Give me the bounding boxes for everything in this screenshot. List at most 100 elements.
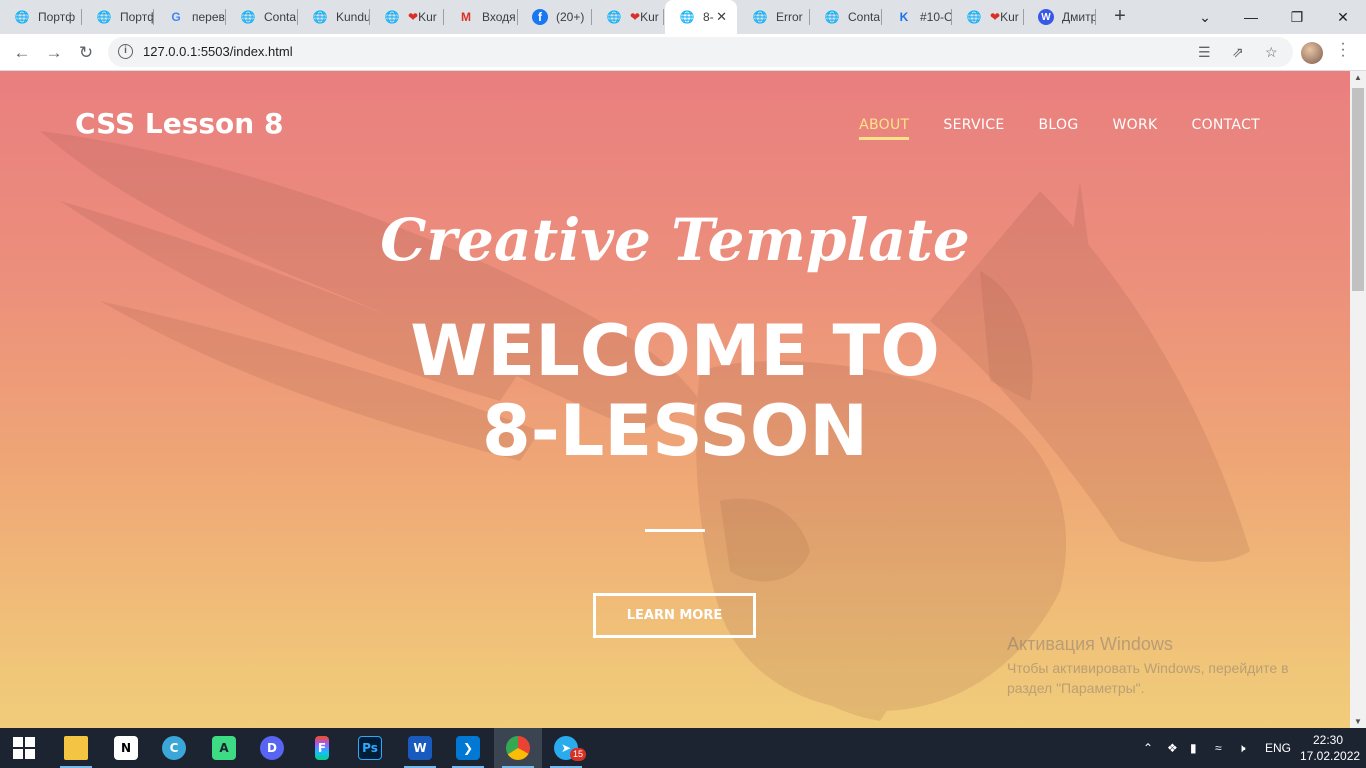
notion-icon: N: [114, 736, 138, 760]
browser-tab[interactable]: 🌐 ❤ Kur: [592, 0, 664, 34]
wordpress-icon: W: [1038, 9, 1054, 25]
watermark-text: Чтобы активировать Windows, перейдите в …: [1007, 660, 1289, 696]
reload-icon[interactable]: ↻: [73, 40, 99, 66]
browser-menu-icon[interactable]: · · ·: [1338, 36, 1348, 64]
globe-icon: 🌐: [824, 10, 840, 24]
taskbar-chrome[interactable]: [494, 728, 542, 768]
address-bar[interactable]: i 127.0.0.1:5503/index.html ☰ ⇗ ☆: [108, 37, 1293, 67]
canva-icon: C: [162, 736, 186, 760]
nav-link-blog[interactable]: BLOG: [1039, 117, 1079, 140]
hero-divider: [645, 529, 705, 532]
taskbar-telegram[interactable]: ➤ 15: [542, 728, 590, 768]
taskbar-notion[interactable]: N: [102, 728, 150, 768]
scroll-up-icon[interactable]: ▲: [1350, 73, 1366, 82]
profile-avatar[interactable]: [1301, 42, 1323, 64]
word-icon: W: [408, 736, 432, 760]
taskbar-canva[interactable]: C: [150, 728, 198, 768]
taskbar-vscode[interactable]: ❯: [444, 728, 492, 768]
browser-tab[interactable]: 🌐 ❤ Kur: [952, 0, 1024, 34]
taskbar-android-studio[interactable]: A: [200, 728, 248, 768]
browser-tab[interactable]: 🌐 Conta: [810, 0, 882, 34]
taskbar-figma[interactable]: F: [298, 728, 346, 768]
taskbar-word[interactable]: W: [396, 728, 444, 768]
share-icon[interactable]: ⇗: [1232, 44, 1244, 61]
browser-tab[interactable]: 🌐 Kundu: [298, 0, 370, 34]
close-window-button[interactable]: ✕: [1320, 0, 1366, 34]
browser-tab[interactable]: Gперев: [154, 0, 226, 34]
page-hero: CSS Lesson 8 ABOUT SERVICE BLOG WORK CON…: [0, 71, 1350, 728]
clock-date: 17.02.2022: [1300, 749, 1361, 763]
scroll-down-icon[interactable]: ▼: [1350, 717, 1366, 726]
site-nav: ABOUT SERVICE BLOG WORK CONTACT: [859, 117, 1260, 140]
clock-time: 22:30: [1312, 733, 1344, 747]
android-icon: A: [212, 736, 236, 760]
hero-title-line1: WELCOME TO: [410, 310, 940, 392]
browser-tab[interactable]: f (20+): [518, 0, 592, 34]
browser-tab-active[interactable]: 🌐 8- ✕: [665, 0, 737, 34]
google-icon: G: [171, 10, 181, 24]
globe-icon: 🌐: [384, 10, 400, 24]
page-scrollbar[interactable]: ▲ ▼: [1350, 71, 1366, 728]
restore-button[interactable]: ❐: [1274, 0, 1320, 34]
wifi-icon[interactable]: ≈: [1215, 728, 1222, 768]
learn-more-button[interactable]: LEARN MORE: [593, 593, 756, 638]
discord-icon: D: [260, 736, 284, 760]
bookmark-star-icon[interactable]: ☆: [1265, 44, 1278, 61]
volume-icon[interactable]: 🕨: [1238, 728, 1246, 768]
heart-icon: ❤: [990, 10, 1001, 24]
watermark-title: Активация Windows: [1007, 634, 1173, 654]
globe-icon: 🌐: [966, 10, 982, 24]
gmail-icon: M: [461, 10, 471, 24]
browser-tab[interactable]: M Входя: [444, 0, 518, 34]
windows-taskbar: N C A D F Ps W ❯ ➤ 15 ⌃ ❖ ▮ ≈ 🕨 ENG 22:3…: [0, 728, 1366, 768]
globe-icon: 🌐: [752, 10, 768, 24]
site-info-icon[interactable]: i: [118, 44, 133, 59]
windows-activation-watermark: Активация Windows Чтобы активировать Win…: [1007, 634, 1327, 698]
browser-tab[interactable]: 🌐 Conta: [226, 0, 298, 34]
figma-icon: F: [315, 736, 329, 760]
minimize-button[interactable]: —: [1228, 0, 1274, 34]
nav-link-work[interactable]: WORK: [1113, 117, 1158, 140]
browser-tab-strip: 🌐 Портф 🌐 Портф Gперев 🌐 Conta 🌐 Kundu 🌐 ❤ Kur…: [0, 0, 1366, 34]
hero-title-line2: 8-LESSON: [482, 390, 868, 472]
globe-icon: 🌐: [96, 10, 112, 24]
heart-icon: ❤: [630, 10, 641, 24]
nav-link-about[interactable]: ABOUT: [859, 117, 910, 140]
battery-icon[interactable]: ▮: [1190, 728, 1197, 768]
folder-icon: [64, 736, 88, 760]
globe-icon: 🌐: [312, 10, 328, 24]
translate-icon[interactable]: ☰: [1198, 44, 1211, 61]
tray-overflow-icon[interactable]: ⌃: [1143, 728, 1153, 768]
browser-tab[interactable]: W Дмитр: [1024, 0, 1096, 34]
browser-tab[interactable]: 🌐 ❤ Kur: [370, 0, 444, 34]
tab-search-icon[interactable]: ⌄: [1182, 0, 1228, 34]
browser-toolbar: ← → ↻ i 127.0.0.1:5503/index.html ☰ ⇗ ☆: [0, 34, 1366, 71]
taskbar-file-explorer[interactable]: [52, 728, 100, 768]
language-indicator[interactable]: ENG: [1265, 728, 1291, 768]
nav-link-service[interactable]: SERVICE: [943, 117, 1004, 140]
globe-icon: 🌐: [679, 10, 695, 24]
url-text[interactable]: 127.0.0.1:5503/index.html: [143, 44, 293, 59]
browser-tab[interactable]: 🌐 Портф: [0, 0, 82, 34]
dropbox-icon[interactable]: ❖: [1167, 728, 1178, 768]
new-tab-button[interactable]: +: [1109, 5, 1131, 29]
chrome-icon: [506, 736, 530, 760]
start-button[interactable]: [0, 728, 48, 768]
taskbar-discord[interactable]: D: [248, 728, 296, 768]
forward-icon[interactable]: →: [41, 40, 67, 66]
globe-icon: 🌐: [606, 10, 622, 24]
nav-link-contact[interactable]: CONTACT: [1192, 117, 1261, 140]
taskbar-photoshop[interactable]: Ps: [346, 728, 394, 768]
back-icon[interactable]: ←: [9, 40, 35, 66]
system-clock[interactable]: 22:30 17.02.2022: [1300, 732, 1361, 764]
k-icon: K: [899, 10, 909, 24]
close-tab-icon[interactable]: ✕: [716, 9, 727, 25]
browser-tab[interactable]: 🌐 Портф: [82, 0, 154, 34]
hero-title: WELCOME TO 8-LESSON: [0, 311, 1350, 471]
browser-tab[interactable]: K #10-C: [882, 0, 952, 34]
scrollbar-thumb[interactable]: [1352, 88, 1364, 291]
facebook-icon: f: [532, 9, 548, 25]
browser-tab[interactable]: 🌐 Error: [738, 0, 810, 34]
hero-subtitle: Creative Template: [380, 206, 970, 274]
site-logo[interactable]: CSS Lesson 8: [75, 107, 283, 140]
